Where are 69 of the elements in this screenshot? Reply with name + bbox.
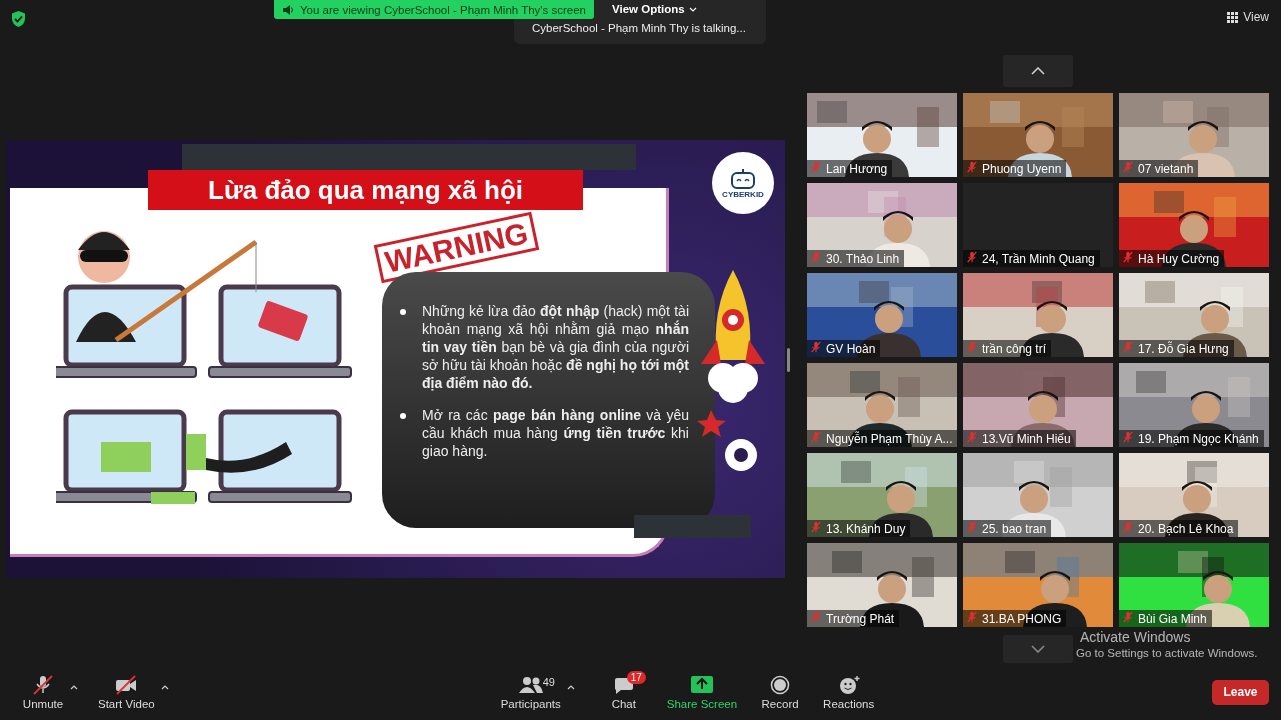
participant-name: 25. bao tran bbox=[982, 521, 1047, 536]
logo-text: CYBERKID bbox=[722, 189, 764, 199]
view-button[interactable]: View bbox=[1227, 10, 1269, 24]
muted-mic-icon bbox=[1122, 341, 1134, 353]
muted-mic-icon bbox=[966, 431, 978, 443]
reactions-button[interactable]: Reactions bbox=[823, 674, 875, 710]
view-options-button[interactable]: View Options bbox=[612, 3, 697, 15]
security-shield-icon bbox=[10, 10, 27, 28]
chevron-down-icon bbox=[1031, 645, 1045, 653]
participant-name: 13. Khánh Duy bbox=[826, 521, 906, 536]
muted-mic-icon bbox=[966, 611, 978, 623]
active-speaker-text: CyberSchool - Phạm Minh Thy is talking... bbox=[532, 22, 746, 34]
participants-button[interactable]: Participants 49 bbox=[500, 674, 561, 710]
caret-icon bbox=[70, 684, 78, 690]
participant-name: 24, Trần Minh Quang bbox=[982, 251, 1095, 266]
participant-name: 07 vietanh bbox=[1138, 161, 1194, 176]
participant-count: 49 bbox=[542, 675, 555, 688]
slide-title: Lừa đảo qua mạng xã hội bbox=[148, 170, 583, 210]
caret-icon bbox=[566, 684, 575, 690]
share-screen-icon bbox=[688, 674, 715, 695]
muted-mic-icon bbox=[810, 251, 822, 263]
participant-name: 19. Phạm Ngọc Khánh bbox=[1138, 431, 1259, 446]
speaker-icon bbox=[282, 3, 294, 16]
participant-name: Lan Hương bbox=[826, 161, 888, 176]
muted-mic-icon bbox=[810, 341, 822, 353]
chevron-up-icon bbox=[1031, 67, 1045, 75]
participants-icon bbox=[517, 674, 544, 695]
muted-mic-icon bbox=[1122, 161, 1134, 173]
caret-icon bbox=[160, 684, 169, 690]
record-button[interactable]: Record bbox=[759, 674, 802, 710]
bullet-text: Mở ra các page bán hàng online và yêu cầu khách mua hàng ứng tiền trước khi giao hàng. bbox=[422, 406, 689, 460]
muted-mic-icon bbox=[1122, 251, 1134, 263]
banner-text: You are viewing CyberSchool - Phạm Minh Thy's screen bbox=[300, 3, 586, 16]
robot-icon bbox=[728, 167, 758, 190]
resize-handle[interactable] bbox=[787, 348, 790, 372]
activation-message: Go to Settings to activate Windows. bbox=[1076, 647, 1258, 659]
participant-name: 20. Bạch Lê Khoa bbox=[1138, 521, 1234, 536]
share-button[interactable]: Share Screen bbox=[666, 674, 738, 710]
participant-name: Phuong Uyenn bbox=[982, 161, 1062, 176]
mic-button[interactable]: Unmute bbox=[22, 674, 64, 710]
leave-button[interactable]: Leave bbox=[1212, 679, 1269, 705]
participant-name: 13.Vũ Minh Hiếu bbox=[982, 431, 1071, 446]
grid-icon bbox=[1227, 11, 1239, 23]
unread-badge: 17 bbox=[626, 670, 646, 684]
bullet-text: Những kẻ lừa đảo đột nhập (hack) một tài khoản mạng xã hội nhằm giả mạo nhắn tin vay tiền bạn bè và gia đình của người sở hữu tài khoản hoặc đề nghị họ tới một địa điểm nào đó. bbox=[422, 302, 689, 392]
muted-mic-icon bbox=[810, 431, 822, 443]
muted-mic-icon bbox=[810, 521, 822, 533]
muted-mic-icon bbox=[966, 521, 978, 533]
activation-title: Activate Windows bbox=[1080, 629, 1191, 645]
bullet-dot bbox=[400, 413, 406, 419]
participant-name: Bùi Gia Minh bbox=[1138, 611, 1207, 626]
muted-mic-icon bbox=[1122, 431, 1134, 443]
caret-icon bbox=[688, 6, 697, 12]
muted-mic-icon bbox=[966, 161, 978, 173]
participant-name: 30. Thảo Linh bbox=[826, 251, 900, 266]
muted-mic-icon bbox=[966, 251, 978, 263]
muted-mic-icon bbox=[810, 161, 822, 173]
participant-name: GV Hoàn bbox=[826, 341, 876, 356]
muted-mic-icon bbox=[810, 611, 822, 623]
participant-name: trần công trí bbox=[982, 341, 1047, 356]
muted-mic-icon bbox=[1122, 521, 1134, 533]
participant-name: Nguyễn Phạm Thùy A... bbox=[826, 431, 953, 446]
video-button[interactable]: Start Video bbox=[98, 674, 155, 710]
muted-mic-icon bbox=[966, 341, 978, 353]
muted-mic-icon bbox=[1122, 611, 1134, 623]
bullet-dot bbox=[400, 309, 406, 315]
participant-name: 17. Đỗ Gia Hưng bbox=[1138, 341, 1229, 356]
participant-name: 31.BA PHONG bbox=[982, 611, 1062, 626]
participant-name: Hà Huy Cường bbox=[1138, 251, 1220, 266]
